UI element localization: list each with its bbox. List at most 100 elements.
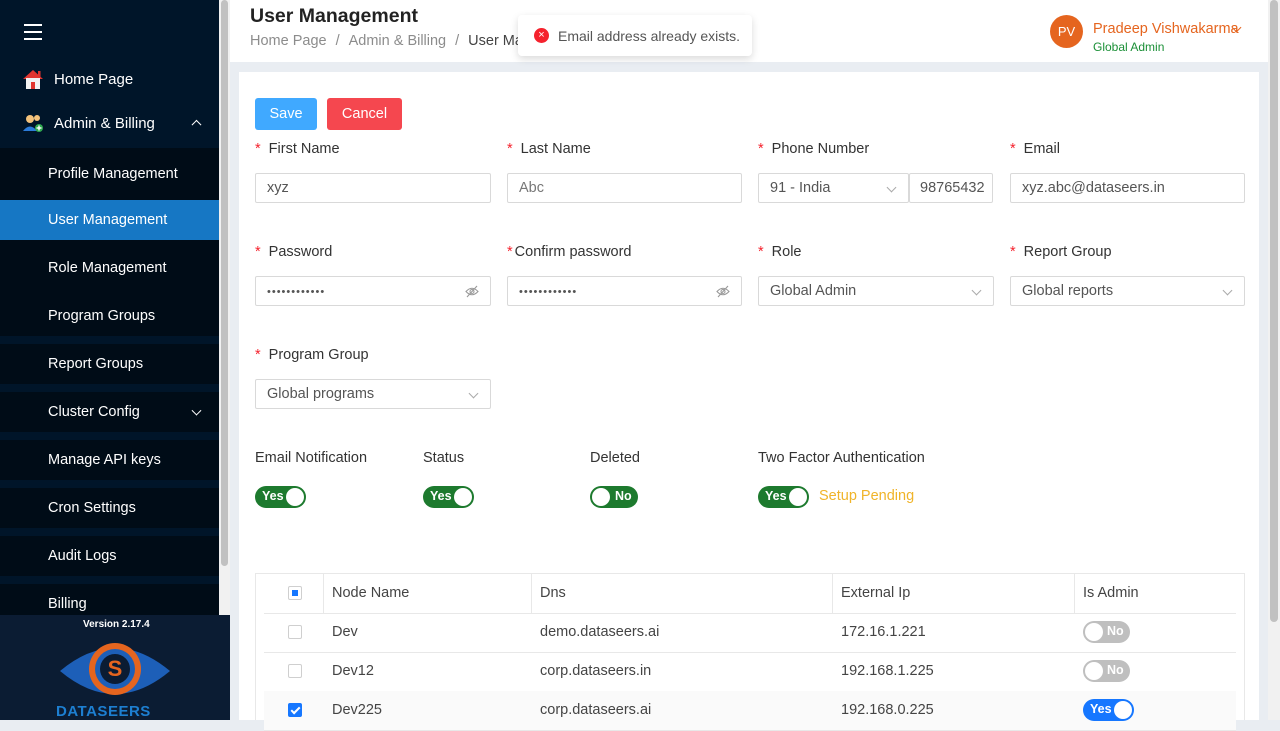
breadcrumb-home[interactable]: Home Page: [250, 33, 327, 49]
sidebar-item-label: Report Groups: [48, 356, 144, 372]
sidebar-item-audit-logs[interactable]: Audit Logs: [0, 536, 220, 576]
sidebar-item-report-groups[interactable]: Report Groups: [0, 344, 220, 384]
sidebar-item-label: Cron Settings: [48, 500, 136, 516]
error-toast: × Email address already exists.: [518, 15, 752, 56]
phone-number-field[interactable]: 98765432: [909, 173, 993, 203]
node-name: Dev225: [332, 702, 382, 718]
table-row[interactable]: Dev demo.dataseers.ai 172.16.1.221 No: [264, 613, 1236, 653]
external-ip: 192.168.0.225: [841, 702, 934, 718]
phone-number-label: * Phone Number: [758, 141, 870, 157]
last-name-label: * Last Name: [507, 141, 591, 157]
program-group-select[interactable]: Global programs: [255, 379, 491, 409]
chevron-up-icon: [191, 119, 202, 130]
sidebar-item-admin-billing[interactable]: Admin & Billing: [0, 101, 220, 145]
sidebar-item-label: Profile Management: [48, 166, 178, 182]
is-admin-toggle[interactable]: No: [1083, 621, 1130, 643]
setup-pending-link[interactable]: Setup Pending: [819, 488, 914, 504]
select-all-checkbox[interactable]: [288, 586, 302, 600]
chevron-down-icon: [191, 405, 202, 416]
main-scrollbar-thumb[interactable]: [1270, 0, 1278, 622]
node-name: Dev: [332, 624, 358, 640]
two-factor-toggle[interactable]: Yes: [758, 486, 809, 508]
sidebar-item-label: User Management: [48, 212, 168, 228]
password-field[interactable]: ••••••••••••: [255, 276, 491, 306]
sidebar-item-label: Cluster Config: [48, 404, 140, 420]
confirm-password-label: * Confirm password: [507, 244, 632, 260]
email-notification-toggle[interactable]: Yes: [255, 486, 306, 508]
sidebar-item-role-management[interactable]: Role Management: [0, 240, 220, 296]
node-name: Dev12: [332, 663, 374, 679]
sidebar-item-label: Admin & Billing: [54, 114, 155, 132]
column-header: Node Name: [332, 585, 410, 601]
sidebar-item-label: Role Management: [48, 260, 167, 276]
sidebar-item-label: Program Groups: [48, 308, 156, 324]
brand-footer: Version 2.17.4 S DATASEERS: [0, 615, 230, 720]
report-group-select[interactable]: Global reports: [1010, 276, 1245, 306]
first-name-field[interactable]: xyz: [255, 173, 491, 203]
row-checkbox[interactable]: [288, 703, 302, 717]
sidebar-item-manage-api-keys[interactable]: Manage API keys: [0, 440, 220, 480]
is-admin-toggle[interactable]: No: [1083, 660, 1130, 682]
sidebar: Home Page Admin & Billing Profile Manage…: [0, 0, 220, 720]
sidebar-item-label: Home Page: [54, 70, 134, 88]
status-label: Status: [423, 450, 465, 466]
is-admin-toggle[interactable]: Yes: [1083, 699, 1134, 721]
header: User Management Home Page / Admin & Billin…: [230, 0, 1280, 62]
sidebar-item-cron-settings[interactable]: Cron Settings: [0, 488, 220, 528]
chevron-down-icon: [971, 285, 982, 296]
sidebar-item-profile-management[interactable]: Profile Management: [0, 148, 220, 200]
users-admin-icon: [23, 115, 43, 132]
role-select[interactable]: Global Admin: [758, 276, 994, 306]
sidebar-item-program-groups[interactable]: Program Groups: [0, 296, 220, 336]
brand-name: DATASEERS: [56, 703, 151, 720]
toast-message: Email address already exists.: [558, 27, 741, 44]
sidebar-scrollbar-thumb[interactable]: [221, 0, 228, 566]
external-ip: 192.168.1.225: [841, 663, 934, 679]
row-checkbox[interactable]: [288, 625, 302, 639]
sidebar-item-cluster-config[interactable]: Cluster Config: [0, 392, 220, 432]
save-button[interactable]: Save: [255, 98, 317, 130]
breadcrumb-admin[interactable]: Admin & Billing: [349, 33, 447, 49]
dns: demo.dataseers.ai: [540, 624, 660, 640]
sidebar-item-label: Audit Logs: [48, 548, 117, 564]
user-name[interactable]: Pradeep Vishwakarma: [1093, 21, 1239, 37]
chevron-down-icon: [1222, 285, 1233, 296]
confirm-password-field[interactable]: ••••••••••••: [507, 276, 742, 306]
version-label: Version 2.17.4: [83, 619, 150, 630]
column-header: Dns: [540, 585, 566, 601]
sidebar-item-label: Manage API keys: [48, 452, 161, 468]
dns: corp.dataseers.ai: [540, 702, 652, 718]
status-toggle[interactable]: Yes: [423, 486, 474, 508]
password-label: * Password: [255, 244, 333, 260]
dns: corp.dataseers.in: [540, 663, 652, 679]
eye-invisible-icon[interactable]: [716, 285, 730, 298]
avatar: PV: [1050, 15, 1083, 48]
deleted-toggle[interactable]: No: [590, 486, 638, 508]
external-ip: 172.16.1.221: [841, 624, 926, 640]
column-header: Is Admin: [1083, 585, 1139, 601]
svg-text:S: S: [108, 656, 123, 681]
last-name-field[interactable]: Abc: [507, 173, 742, 203]
deleted-label: Deleted: [590, 450, 640, 466]
breadcrumb: Home Page / Admin & Billing / User Man: [250, 33, 532, 49]
email-field[interactable]: xyz.abc@dataseers.in: [1010, 173, 1245, 203]
dataseers-logo: S: [60, 643, 170, 695]
menu-icon[interactable]: [24, 24, 42, 40]
row-checkbox[interactable]: [288, 664, 302, 678]
sidebar-item-user-management[interactable]: User Management: [0, 200, 220, 240]
column-header: External Ip: [841, 585, 911, 601]
table-row[interactable]: Dev225 corp.dataseers.ai 192.168.0.225 Y…: [264, 691, 1236, 731]
nodes-table: Node Name Dns External Ip Is Admin Dev d…: [255, 573, 1245, 731]
page-title: User Management: [250, 5, 418, 27]
cancel-button[interactable]: Cancel: [327, 98, 402, 130]
report-group-label: * Report Group: [1010, 244, 1112, 260]
chevron-down-icon: [886, 182, 897, 193]
eye-invisible-icon[interactable]: [465, 285, 479, 298]
email-label: * Email: [1010, 141, 1060, 157]
table-row[interactable]: Dev12 corp.dataseers.in 192.168.1.225 No: [264, 652, 1236, 692]
sidebar-item-home[interactable]: Home Page: [0, 57, 220, 101]
program-group-label: * Program Group: [255, 347, 369, 363]
sidebar-item-label: Billing: [48, 596, 87, 612]
two-factor-label: Two Factor Authentication: [758, 450, 925, 466]
country-code-select[interactable]: 91 - India: [758, 173, 909, 203]
